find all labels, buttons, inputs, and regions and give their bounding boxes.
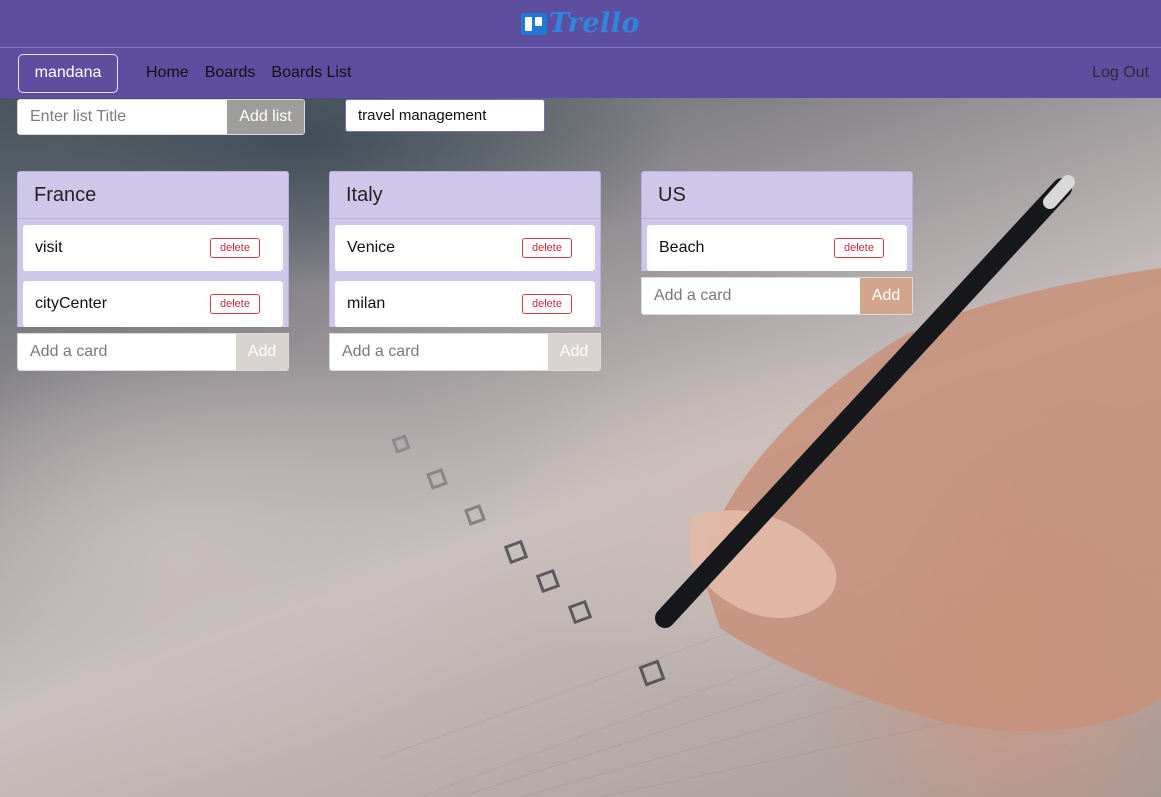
card-title: Venice: [347, 239, 396, 256]
user-button[interactable]: mandana: [18, 53, 118, 93]
nav-link-home[interactable]: Home: [146, 64, 189, 82]
nav-link-boards[interactable]: Boards: [205, 64, 256, 82]
add-list-button[interactable]: Add list: [227, 100, 304, 134]
trello-logo[interactable]: Trello: [520, 8, 641, 39]
card[interactable]: cityCenter delete: [23, 281, 283, 327]
add-card-form: Add a card Add: [17, 333, 289, 371]
add-card-button[interactable]: Add: [236, 334, 288, 370]
add-card-form: Add a card Add: [329, 333, 601, 371]
list-cards: Venice delete milan delete: [329, 219, 601, 327]
nav-bar: mandana Home Boards Boards List Log Out: [0, 47, 1161, 98]
card-title: cityCenter: [35, 295, 108, 312]
list-title: France: [17, 171, 289, 219]
card[interactable]: Beach delete: [647, 225, 907, 271]
add-card-input[interactable]: Add a card: [642, 278, 860, 314]
list-france: France visit delete cityCenter delete Ad…: [17, 171, 289, 371]
card[interactable]: milan delete: [335, 281, 595, 327]
trello-board-icon: [520, 12, 547, 35]
card[interactable]: visit delete: [23, 225, 283, 271]
delete-card-button[interactable]: delete: [210, 294, 260, 314]
add-card-input[interactable]: Add a card: [330, 334, 548, 370]
list-italy: Italy Venice delete milan delete Add a c…: [329, 171, 601, 371]
top-bar: Trello: [0, 0, 1161, 47]
list-title-input[interactable]: Enter list Title: [18, 100, 227, 134]
list-us: US Beach delete Add a card Add: [641, 171, 913, 315]
card-title: Beach: [659, 239, 705, 256]
delete-card-button[interactable]: delete: [210, 238, 260, 258]
card-title: visit: [35, 239, 63, 256]
nav-link-boards-list[interactable]: Boards List: [271, 64, 351, 82]
board-title-input[interactable]: travel management: [345, 99, 545, 132]
list-cards: Beach delete: [641, 219, 913, 271]
logo-text: Trello: [548, 8, 641, 39]
list-title: Italy: [329, 171, 601, 219]
delete-card-button[interactable]: delete: [522, 294, 572, 314]
list-cards: visit delete cityCenter delete: [17, 219, 289, 327]
logout-link[interactable]: Log Out: [1092, 64, 1149, 82]
add-card-button[interactable]: Add: [860, 278, 912, 314]
delete-card-button[interactable]: delete: [834, 238, 884, 258]
add-card-form: Add a card Add: [641, 277, 913, 315]
list-title: US: [641, 171, 913, 219]
add-list-form: Enter list Title Add list: [17, 99, 305, 135]
add-card-button[interactable]: Add: [548, 334, 600, 370]
card[interactable]: Venice delete: [335, 225, 595, 271]
add-card-input[interactable]: Add a card: [18, 334, 236, 370]
card-title: milan: [347, 295, 386, 312]
delete-card-button[interactable]: delete: [522, 238, 572, 258]
